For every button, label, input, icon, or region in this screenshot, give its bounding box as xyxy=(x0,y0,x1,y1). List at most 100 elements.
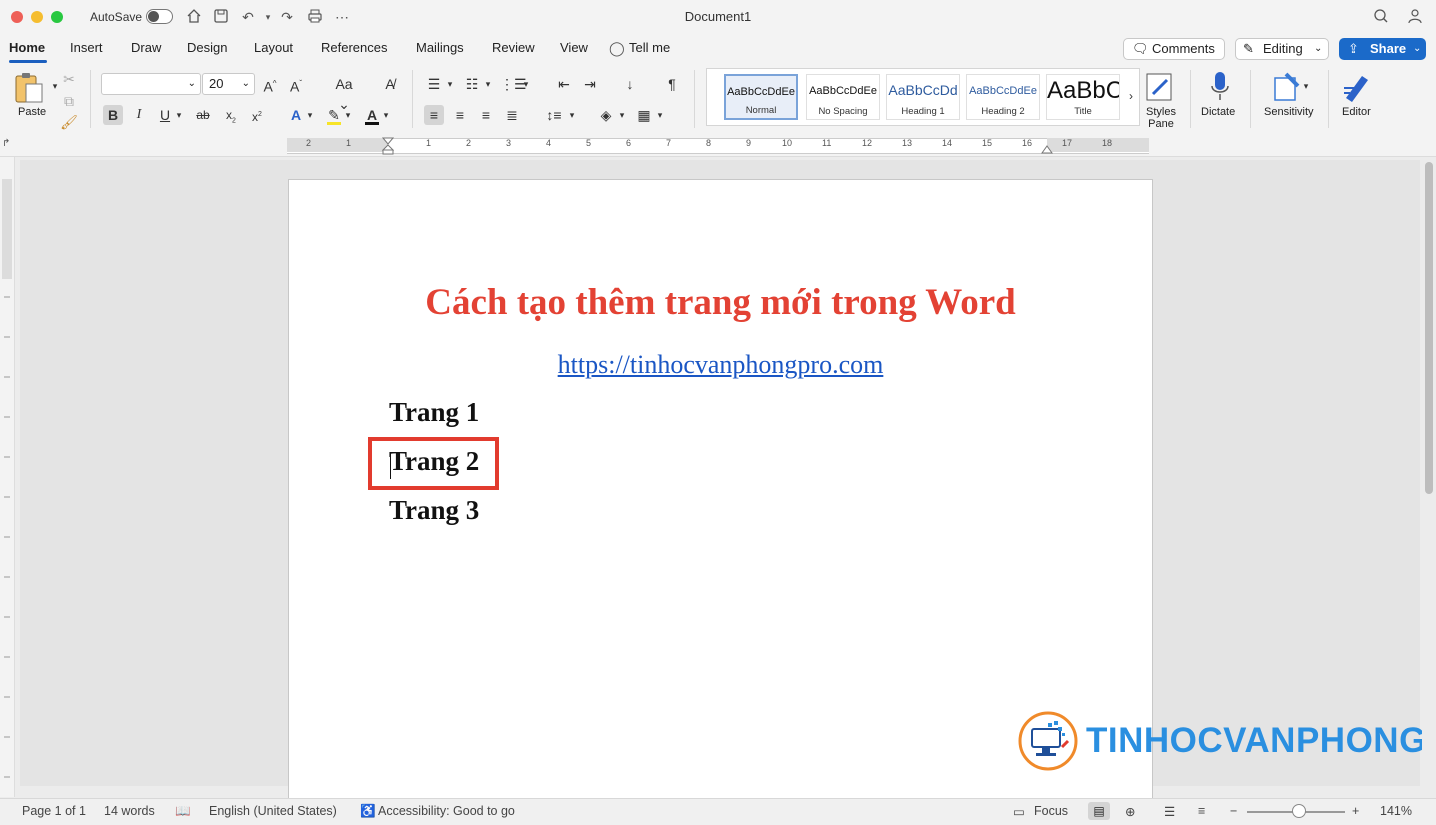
numbering-icon[interactable]: ☷ xyxy=(462,74,482,94)
document-link[interactable]: https://tinhocvanphongpro.com xyxy=(288,350,1153,380)
ruler-number: 9 xyxy=(746,138,752,148)
superscript-button[interactable]: x2 xyxy=(247,105,267,125)
style-no-spacing[interactable]: AaBbCcDdEe No Spacing xyxy=(806,74,880,120)
chevron-down-icon[interactable]: ▾ xyxy=(482,74,494,94)
scrollbar-thumb[interactable] xyxy=(1425,162,1433,494)
document-heading[interactable]: Cách tạo thêm trang mới trong Word xyxy=(288,281,1153,324)
outline-view-icon[interactable]: ☰ xyxy=(1164,804,1175,819)
change-case-icon[interactable]: Aa ⌄ xyxy=(329,74,359,112)
sensitivity-label: Sensitivity xyxy=(1264,106,1314,118)
chevron-down-icon[interactable]: ▾ xyxy=(342,105,354,125)
chevron-down-icon[interactable]: ▾ xyxy=(654,105,666,125)
align-right-button[interactable]: ≡ xyxy=(476,105,496,125)
borders-icon[interactable]: ▦ xyxy=(634,105,654,125)
ruler-number: 1 xyxy=(426,138,432,148)
ruler-number: 2 xyxy=(466,138,472,148)
tab-home[interactable]: Home xyxy=(9,40,45,55)
zoom-in-button[interactable]: + xyxy=(1352,804,1359,818)
tab-insert[interactable]: Insert xyxy=(70,40,103,55)
font-name-dropdown[interactable]: ⌄ xyxy=(101,73,201,95)
bold-button[interactable]: B xyxy=(103,105,123,125)
underline-dropdown-icon[interactable]: ▾ xyxy=(173,105,185,125)
style-title[interactable]: AaBbC Title xyxy=(1046,74,1120,120)
justify-button[interactable]: ≣ xyxy=(502,105,522,125)
font-size-dropdown[interactable]: 20 ⌄ xyxy=(202,73,255,95)
zoom-out-button[interactable]: − xyxy=(1230,804,1237,818)
strikethrough-button[interactable]: ab xyxy=(193,105,213,125)
paragraph-trang-3[interactable]: Trang 3 xyxy=(389,495,479,526)
style-heading-1[interactable]: AaBbCcDd Heading 1 xyxy=(886,74,960,120)
indent-marker[interactable] xyxy=(381,137,395,155)
paragraph-trang-1[interactable]: Trang 1 xyxy=(389,397,479,428)
right-indent-marker[interactable] xyxy=(1041,143,1053,154)
styles-pane-button[interactable] xyxy=(1143,70,1179,106)
accessibility-status[interactable]: Accessibility: Good to go xyxy=(378,804,515,818)
web-layout-view-icon[interactable]: ⊕ xyxy=(1125,804,1135,819)
comments-button[interactable]: 🗨 Comments xyxy=(1123,38,1225,60)
copy-icon[interactable]: ⧉ xyxy=(59,91,79,111)
shrink-font-icon[interactable]: Aˇ xyxy=(286,74,306,95)
show-formatting-icon[interactable]: ¶ xyxy=(662,74,682,94)
share-button[interactable]: ⇪ Share ⌄ xyxy=(1339,38,1426,60)
decrease-indent-icon[interactable]: ⇤ xyxy=(554,74,574,94)
editing-mode-button[interactable]: ✎ Editing ⌄ xyxy=(1235,38,1329,60)
search-icon[interactable] xyxy=(1372,8,1390,26)
clear-formatting-icon[interactable]: A̸ xyxy=(380,74,400,94)
chevron-right-icon[interactable]: › xyxy=(1124,86,1138,106)
ruler-number: 18 xyxy=(1102,138,1113,148)
word-count[interactable]: 14 words xyxy=(104,804,155,818)
ruler-number: 10 xyxy=(782,138,793,148)
page-count[interactable]: Page 1 of 1 xyxy=(22,804,86,818)
chevron-down-icon[interactable]: ▾ xyxy=(380,105,392,125)
tab-view[interactable]: View xyxy=(560,40,588,55)
zoom-slider-handle[interactable] xyxy=(1292,804,1306,818)
tab-draw[interactable]: Draw xyxy=(131,40,161,55)
draft-view-icon[interactable]: ≡ xyxy=(1198,804,1205,818)
tab-stop-icon[interactable]: ↱ xyxy=(2,138,10,149)
tab-references[interactable]: References xyxy=(321,40,387,55)
chevron-down-icon[interactable]: ▾ xyxy=(520,74,532,94)
multilevel-list-icon[interactable]: ⋮☰ xyxy=(500,74,527,94)
print-layout-view-icon[interactable]: ▤ xyxy=(1088,802,1110,820)
account-icon[interactable] xyxy=(1406,8,1424,26)
chevron-down-icon[interactable]: ▾ xyxy=(1300,76,1312,96)
focus-button[interactable]: Focus xyxy=(1034,804,1068,818)
italic-button[interactable]: I xyxy=(129,105,149,125)
editor-button[interactable] xyxy=(1340,70,1372,104)
chevron-down-icon[interactable]: ▾ xyxy=(444,74,456,94)
tab-design[interactable]: Design xyxy=(187,40,227,55)
ruler-number: 2 xyxy=(306,138,312,148)
text-effects-icon[interactable]: A xyxy=(286,105,306,125)
tab-mailings[interactable]: Mailings xyxy=(416,40,464,55)
vertical-ruler[interactable] xyxy=(0,157,15,797)
grow-font-icon[interactable]: A^ xyxy=(260,74,280,95)
style-name: Heading 2 xyxy=(981,106,1025,117)
sort-icon[interactable]: ↓ xyxy=(620,74,640,94)
style-normal[interactable]: AaBbCcDdEe Normal xyxy=(724,74,798,120)
proofing-icon[interactable]: 📖 xyxy=(175,804,191,819)
cut-icon[interactable]: ✂ xyxy=(59,69,79,89)
increase-indent-icon[interactable]: ⇥ xyxy=(580,74,600,94)
chevron-down-icon: ⌄ xyxy=(187,78,196,89)
zoom-level[interactable]: 141% xyxy=(1380,804,1412,818)
chevron-down-icon[interactable]: ▾ xyxy=(304,105,316,125)
line-spacing-icon[interactable]: ↕≡ xyxy=(544,105,564,125)
highlight-color-icon[interactable]: ✎ xyxy=(324,105,344,125)
font-color-icon[interactable]: A xyxy=(362,105,382,125)
align-center-button[interactable]: ≡ xyxy=(450,105,470,125)
style-heading-2[interactable]: AaBbCcDdEe Heading 2 xyxy=(966,74,1040,120)
underline-button[interactable]: U xyxy=(155,105,175,125)
format-painter-icon[interactable]: 🖌 xyxy=(59,112,79,132)
tab-review[interactable]: Review xyxy=(492,40,535,55)
language-indicator[interactable]: English (United States) xyxy=(209,804,337,818)
chevron-down-icon[interactable]: ▾ xyxy=(616,105,628,125)
tab-tell-me[interactable]: Tell me xyxy=(629,40,670,55)
chevron-down-icon[interactable]: ▾ xyxy=(566,105,578,125)
shading-icon[interactable]: ◈ xyxy=(596,105,616,125)
align-left-button[interactable]: ≡ xyxy=(424,105,444,125)
subscript-button[interactable]: x2 xyxy=(221,105,241,125)
style-preview: AaBbCcDd xyxy=(888,82,958,98)
tab-layout[interactable]: Layout xyxy=(254,40,293,55)
bullets-icon[interactable]: ☰ xyxy=(424,74,444,94)
dictate-button[interactable] xyxy=(1208,70,1232,102)
